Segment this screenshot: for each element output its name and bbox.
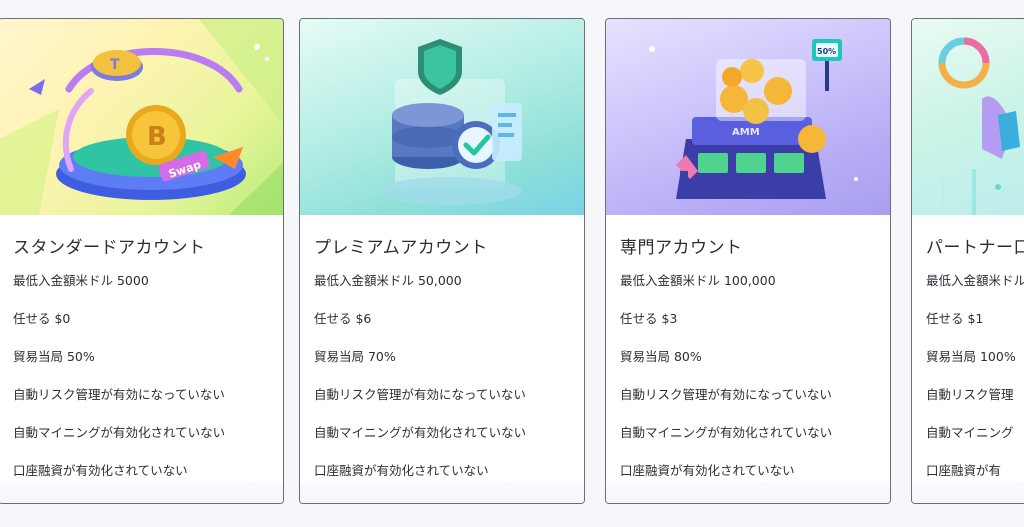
svg-text:B: B	[147, 122, 167, 152]
card-bottom-fade	[912, 483, 1024, 503]
auto-mining: 自動マイニングが有効化されていない	[13, 425, 226, 440]
delegate-fee: 任せる $6	[314, 311, 372, 326]
card-illustration-partner	[912, 19, 1024, 215]
account-cards-carousel: B T Swap スタンダードアカウント 最低入金額米ドル 5000 任せる $…	[0, 0, 1024, 527]
account-card-premium[interactable]: プレミアムアカウント 最低入金額米ドル 50,000 任せる $6 貿易当局 7…	[299, 18, 585, 504]
partner-chart-illustration	[938, 37, 1020, 215]
min-deposit: 最低入金額米ドル	[926, 273, 1024, 288]
auto-risk-management: 自動リスク管理	[926, 387, 1014, 402]
trade-authority: 貿易当局 80%	[620, 349, 702, 364]
auto-risk-management: 自動リスク管理が有効になっていない	[314, 387, 526, 402]
amm-machine-illustration: AMM 50%	[649, 39, 858, 199]
trade-authority: 貿易当局 70%	[314, 349, 396, 364]
bitcoin-swap-illustration: B T Swap	[0, 19, 283, 215]
card-title: スタンダードアカウント	[13, 238, 206, 258]
database-shield-illustration	[378, 39, 522, 205]
delegate-fee: 任せる $1	[926, 311, 984, 326]
min-deposit: 最低入金額米ドル 50,000	[314, 273, 462, 288]
card-title: プレミアムアカウント	[314, 238, 488, 258]
svg-text:T: T	[110, 57, 120, 73]
card-illustration-amm: AMM 50%	[606, 19, 890, 215]
trade-authority: 貿易当局 100%	[926, 349, 1016, 364]
card-bottom-fade	[0, 483, 283, 503]
card-title: パートナー口	[926, 238, 1024, 258]
account-card-professional[interactable]: AMM 50% 専門アカウント 最低入金額米ドル 100,000 任せる $3 …	[605, 18, 891, 504]
amm-label: AMM	[732, 127, 760, 138]
card-illustration-swap: B T Swap	[0, 19, 283, 215]
percent-label: 50%	[817, 47, 836, 56]
auto-risk-management: 自動リスク管理が有効になっていない	[620, 387, 832, 402]
account-card-standard[interactable]: B T Swap スタンダードアカウント 最低入金額米ドル 5000 任せる $…	[0, 18, 284, 504]
card-bottom-fade	[300, 483, 584, 503]
min-deposit: 最低入金額米ドル 5000	[13, 273, 149, 288]
auto-mining: 自動マイニングが有効化されていない	[314, 425, 527, 440]
card-illustration-database	[300, 19, 584, 215]
account-card-partner[interactable]: パートナー口 最低入金額米ドル 任せる $1 貿易当局 100% 自動リスク管理…	[911, 18, 1024, 504]
auto-mining: 自動マイニングが有効化されていない	[620, 425, 833, 440]
auto-risk-management: 自動リスク管理が有効になっていない	[13, 387, 225, 402]
auto-mining: 自動マイニング	[926, 425, 1014, 440]
min-deposit: 最低入金額米ドル 100,000	[620, 273, 776, 288]
delegate-fee: 任せる $0	[13, 311, 71, 326]
delegate-fee: 任せる $3	[620, 311, 678, 326]
card-bottom-fade	[606, 483, 890, 503]
card-title: 専門アカウント	[620, 238, 743, 258]
trade-authority: 貿易当局 50%	[13, 349, 95, 364]
